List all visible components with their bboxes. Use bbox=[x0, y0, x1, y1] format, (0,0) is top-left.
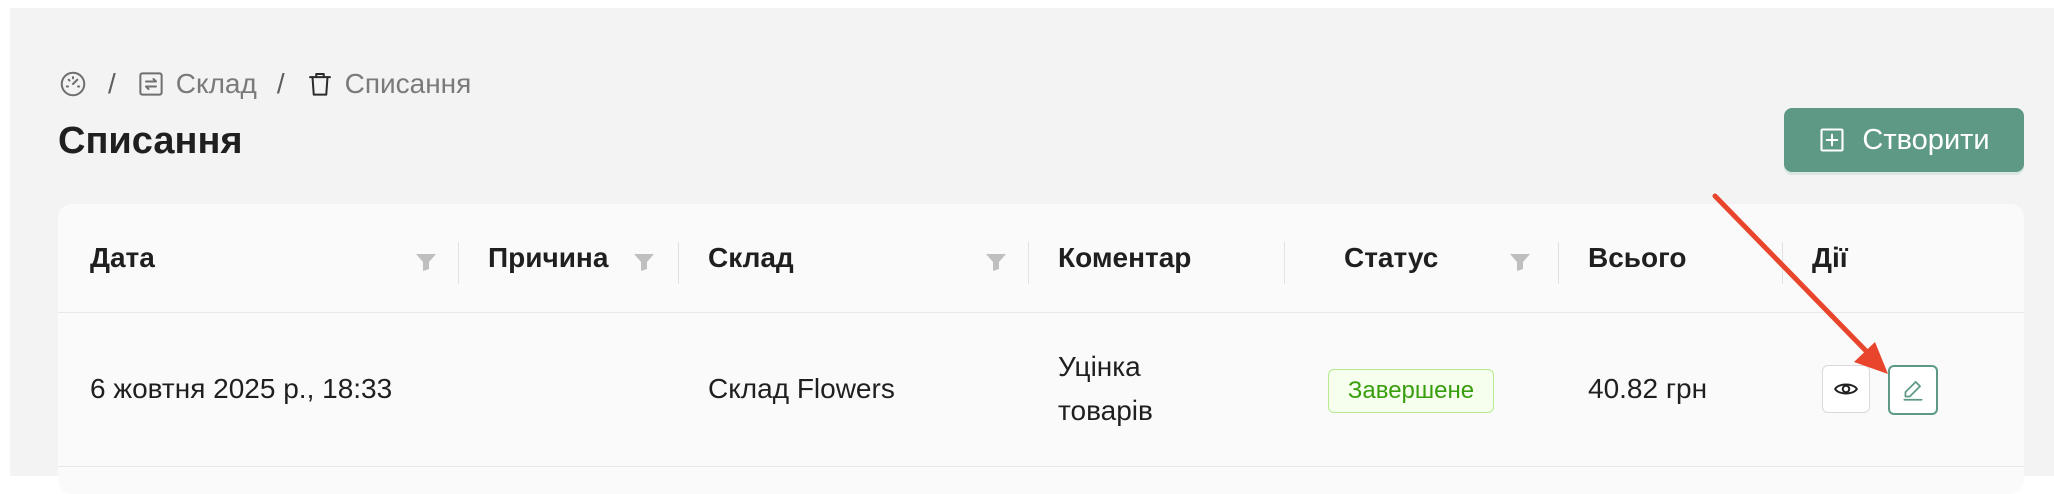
view-button[interactable] bbox=[1822, 365, 1870, 413]
table-header: Дата Причина Склад Коментар Статус Всьог… bbox=[58, 204, 2024, 313]
comment-line: Уцінка bbox=[1058, 351, 1141, 382]
status-badge: Завершене bbox=[1328, 369, 1494, 413]
breadcrumb-separator: / bbox=[108, 68, 116, 99]
page-title: Списання bbox=[58, 120, 243, 162]
column-header-total: Всього bbox=[1588, 242, 1687, 273]
filter-icon[interactable] bbox=[1508, 250, 1532, 274]
breadcrumb-item-home[interactable] bbox=[58, 69, 88, 99]
table-row: 6 жовтня 2025 р., 18:33 Склад Flowers Уц… bbox=[58, 312, 2024, 467]
cell-date: 6 жовтня 2025 р., 18:33 bbox=[90, 373, 393, 404]
create-button-label: Створити bbox=[1862, 123, 1990, 156]
filter-icon[interactable] bbox=[414, 250, 438, 274]
page-background: / Склад / Списання Списання Створити Дат… bbox=[10, 8, 2054, 494]
column-header-status[interactable]: Статус bbox=[1344, 204, 1438, 312]
column-divider bbox=[1028, 242, 1029, 284]
breadcrumb-label: Склад bbox=[175, 68, 257, 99]
writeoffs-table: Дата Причина Склад Коментар Статус Всьог… bbox=[58, 204, 2024, 494]
cell-warehouse: Склад Flowers bbox=[708, 373, 895, 404]
column-header-comment: Коментар bbox=[1058, 242, 1192, 273]
filter-icon[interactable] bbox=[632, 250, 656, 274]
breadcrumb: / Склад / Списання bbox=[58, 60, 471, 108]
column-divider bbox=[678, 242, 679, 284]
trash-icon bbox=[308, 73, 331, 96]
breadcrumb-item-warehouse[interactable]: Склад bbox=[136, 68, 257, 100]
column-header-date[interactable]: Дата bbox=[90, 204, 155, 312]
eye-icon bbox=[1834, 383, 1858, 395]
cell-total: 40.82 грн bbox=[1588, 373, 1708, 404]
column-divider bbox=[1782, 242, 1783, 284]
plus-square-icon bbox=[1820, 128, 1844, 152]
breadcrumb-separator: / bbox=[276, 68, 285, 99]
column-header-actions: Дії bbox=[1812, 242, 1848, 273]
column-header-reason[interactable]: Причина bbox=[488, 204, 608, 312]
edit-icon bbox=[1903, 381, 1923, 401]
breadcrumb-label: Списання bbox=[344, 68, 472, 99]
comment-line: товарів bbox=[1058, 395, 1153, 426]
breadcrumb-item-writeoffs: Списання bbox=[305, 68, 472, 100]
cell-comment: Уцінка товарів bbox=[1058, 312, 1153, 466]
filter-icon[interactable] bbox=[984, 250, 1008, 274]
create-button[interactable]: Створити bbox=[1784, 108, 2024, 172]
column-divider bbox=[1284, 242, 1285, 284]
column-header-warehouse[interactable]: Склад bbox=[708, 204, 794, 312]
edit-button[interactable] bbox=[1888, 365, 1938, 415]
warehouse-icon bbox=[139, 72, 163, 96]
dashboard-icon bbox=[60, 71, 86, 97]
column-divider bbox=[1558, 242, 1559, 284]
column-divider bbox=[458, 242, 459, 284]
